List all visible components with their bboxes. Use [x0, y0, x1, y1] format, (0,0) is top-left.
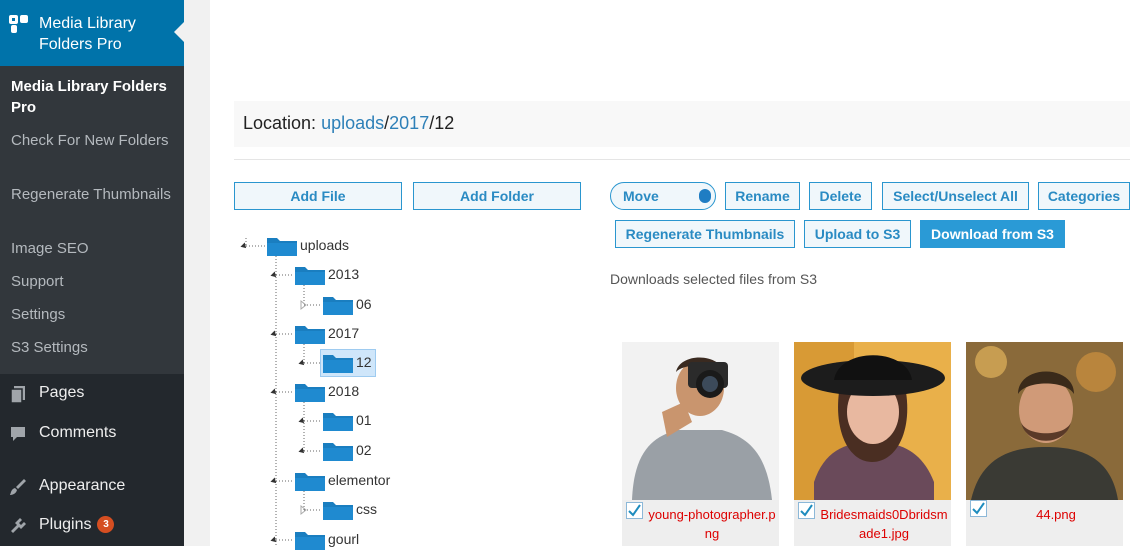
file-thumbnail[interactable]: Bridesmaids0Dbridsmade1.jpg: [794, 342, 951, 546]
expander-closed: [300, 299, 307, 311]
folder-label: 06: [356, 296, 372, 312]
file-thumbnail[interactable]: 44.png: [966, 342, 1123, 546]
folder-icon: [295, 384, 325, 402]
folder-icon: [267, 238, 297, 256]
move-toggle-knob[interactable]: [699, 189, 711, 203]
folder-label: 02: [356, 442, 372, 458]
folder-label: uploads: [300, 237, 350, 253]
upload-to-s3-button[interactable]: Upload to S3: [804, 220, 911, 248]
folder-label: css: [356, 501, 377, 517]
file-name[interactable]: 44.png: [992, 505, 1120, 524]
man-portrait-photo: [966, 342, 1123, 500]
rename-button[interactable]: Rename: [725, 182, 800, 210]
help-text: Downloads selected files from S3: [610, 271, 817, 287]
folder-icon: [323, 413, 353, 431]
expander-open: [270, 388, 277, 395]
file-name[interactable]: Bridesmaids0Dbridsmade1.jpg: [820, 505, 948, 543]
folder-icon: [323, 297, 353, 315]
folder-icon: [323, 443, 353, 461]
folder-icon: [323, 355, 353, 373]
expander-open: [270, 330, 277, 337]
expander-open: [270, 477, 277, 484]
move-toggle-button[interactable]: Move: [610, 182, 716, 210]
folder-icon: [295, 473, 325, 491]
folder-icon: [295, 267, 325, 285]
folder-label: 2013: [328, 266, 360, 282]
delete-button[interactable]: Delete: [809, 182, 872, 210]
folder-icon: [323, 502, 353, 520]
categories-button[interactable]: Categories: [1038, 182, 1130, 210]
folder-label: 2018: [328, 383, 360, 399]
checkmark-icon: [972, 502, 985, 515]
photographer-photo: [622, 342, 779, 500]
folder-label: 01: [356, 412, 372, 428]
expander-open: [298, 359, 305, 366]
checkmark-icon: [628, 504, 641, 517]
file-checkbox[interactable]: [626, 502, 643, 519]
folder-icon: [295, 532, 325, 550]
expander-open: [270, 271, 277, 278]
folder-label: 12: [356, 354, 372, 370]
expander-open: [270, 536, 277, 543]
woman-hat-photo: [794, 342, 951, 500]
move-label: Move: [623, 188, 659, 204]
regenerate-thumbnails-button[interactable]: Regenerate Thumbnails: [615, 220, 795, 248]
select-unselect-all-button[interactable]: Select/Unselect All: [882, 182, 1029, 210]
download-from-s3-button[interactable]: Download from S3: [920, 220, 1065, 248]
expander-open: [298, 447, 305, 454]
folder-label: gourl: [328, 531, 360, 547]
checkmark-icon: [800, 504, 813, 517]
folder-label: 2017: [328, 325, 360, 341]
file-thumbnail[interactable]: young-photographer.png: [622, 342, 779, 546]
file-name[interactable]: young-photographer.png: [648, 505, 776, 543]
expander-open: [298, 417, 305, 424]
expander-open: [240, 242, 247, 249]
file-checkbox[interactable]: [970, 500, 987, 517]
folder-label: elementor: [328, 472, 391, 488]
file-checkbox[interactable]: [798, 502, 815, 519]
folder-icon: [295, 326, 325, 344]
